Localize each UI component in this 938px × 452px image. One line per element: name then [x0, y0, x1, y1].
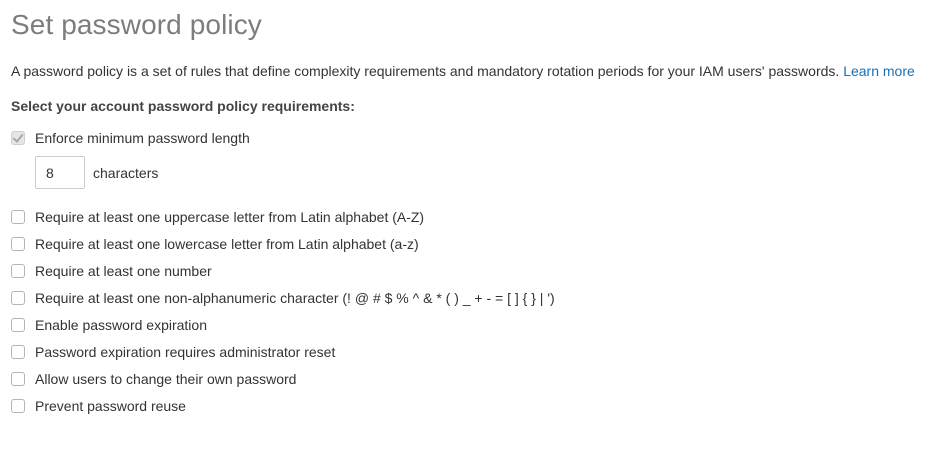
option-require-uppercase[interactable]: Require at least one uppercase letter fr…	[11, 208, 424, 226]
enforce-min-length-checkbox[interactable]	[11, 131, 25, 145]
option-require-lowercase[interactable]: Require at least one lowercase letter fr…	[11, 235, 419, 253]
option-require-number[interactable]: Require at least one number	[11, 262, 212, 280]
option-enforce-min-length[interactable]: Enforce minimum password length	[11, 129, 250, 147]
prevent-reuse-checkbox[interactable]	[11, 399, 25, 413]
min-length-unit: characters	[93, 164, 159, 181]
require-lowercase-label: Require at least one lowercase letter fr…	[35, 236, 419, 252]
expiration-admin-reset-label: Password expiration requires administrat…	[35, 344, 336, 360]
allow-user-change-checkbox[interactable]	[11, 372, 25, 386]
page-title: Set password policy	[11, 9, 262, 40]
policy-description: A password policy is a set of rules that…	[11, 63, 915, 79]
enforce-min-length-label: Enforce minimum password length	[35, 130, 250, 146]
require-uppercase-label: Require at least one uppercase letter fr…	[35, 209, 425, 225]
enable-expiration-label: Enable password expiration	[35, 317, 207, 333]
policy-description-text: A password policy is a set of rules that…	[11, 63, 840, 79]
enable-expiration-checkbox[interactable]	[11, 318, 25, 332]
policy-requirements-heading: Select your account password policy requ…	[11, 98, 355, 114]
require-number-label: Require at least one number	[35, 263, 212, 279]
min-length-input[interactable]	[35, 156, 85, 189]
require-symbol-label: Require at least one non-alphanumeric ch…	[35, 290, 555, 306]
option-require-symbol[interactable]: Require at least one non-alphanumeric ch…	[11, 289, 555, 307]
option-expiration-admin-reset[interactable]: Password expiration requires administrat…	[11, 343, 335, 361]
option-allow-user-change[interactable]: Allow users to change their own password	[11, 370, 296, 388]
min-length-row: characters	[35, 156, 158, 189]
option-prevent-reuse[interactable]: Prevent password reuse	[11, 397, 186, 415]
require-number-checkbox[interactable]	[11, 264, 25, 278]
checkmark-icon	[12, 131, 24, 143]
require-lowercase-checkbox[interactable]	[11, 237, 25, 251]
learn-more-link[interactable]: Learn more	[843, 63, 915, 79]
require-uppercase-checkbox[interactable]	[11, 210, 25, 224]
option-enable-expiration[interactable]: Enable password expiration	[11, 316, 207, 334]
require-symbol-checkbox[interactable]	[11, 291, 25, 305]
allow-user-change-label: Allow users to change their own password	[35, 371, 297, 387]
prevent-reuse-label: Prevent password reuse	[35, 398, 186, 414]
expiration-admin-reset-checkbox[interactable]	[11, 345, 25, 359]
